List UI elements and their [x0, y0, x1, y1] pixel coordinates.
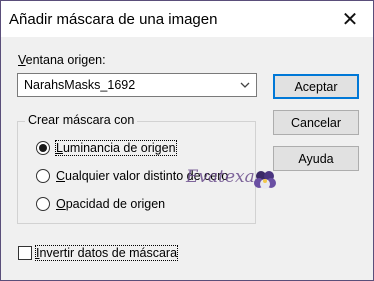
title-bar: Añadir máscara de una imagen ✕: [1, 1, 373, 37]
cancel-button[interactable]: Cancelar: [273, 110, 359, 135]
chevron-down-icon[interactable]: [239, 76, 251, 97]
radio-button-checked[interactable]: [36, 141, 50, 155]
invert-mask-label: Invertir datos de máscara: [34, 245, 179, 261]
source-window-value: NarahsMasks_1692: [24, 78, 136, 92]
radio-opacity-label: Opacidad de origen: [56, 197, 166, 211]
dialog-window: Añadir máscara de una imagen ✕ Ventana o…: [0, 0, 374, 281]
radio-opacity[interactable]: Opacidad de origen: [36, 195, 165, 213]
watermark-text: Evatexas: [186, 167, 264, 187]
source-window-label: Ventana origen:: [18, 53, 106, 67]
radio-luminance[interactable]: Luminancia de origen: [36, 139, 177, 157]
radio-button[interactable]: [36, 169, 50, 183]
radio-luminance-label: Luminancia de origen: [55, 140, 177, 156]
close-icon[interactable]: ✕: [327, 1, 373, 37]
source-window-select[interactable]: NarahsMasks_1692: [17, 73, 257, 97]
checkbox-box[interactable]: [18, 246, 32, 260]
mask-source-group-title: Crear máscara con: [25, 113, 138, 127]
invert-mask-checkbox[interactable]: Invertir datos de máscara: [18, 244, 179, 262]
help-button[interactable]: Ayuda: [273, 146, 359, 171]
radio-button[interactable]: [36, 197, 50, 211]
dialog-title: Añadir máscara de una imagen: [9, 11, 218, 28]
pansy-flower-icon: [253, 169, 277, 194]
ok-button[interactable]: Aceptar: [273, 74, 359, 99]
